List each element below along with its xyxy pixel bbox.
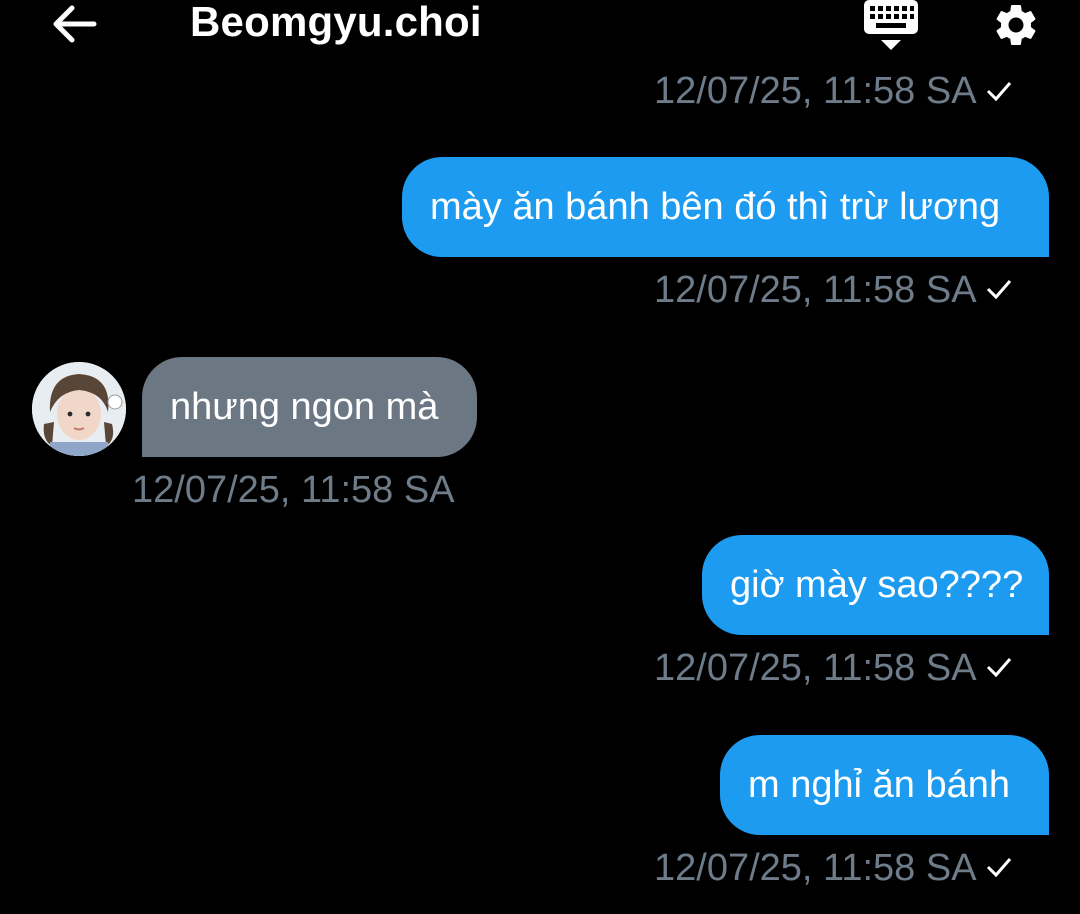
avatar-photo — [32, 362, 126, 456]
sent-message-bubble[interactable]: m nghỉ ăn bánh — [720, 735, 1049, 835]
message-timestamp: 12/07/25, 11:58 SA — [654, 846, 1013, 890]
read-check-icon — [985, 645, 1013, 689]
received-message-bubble[interactable]: nhưng ngon mà — [142, 357, 477, 457]
contact-avatar[interactable] — [32, 362, 126, 456]
read-check-icon — [985, 845, 1013, 889]
message-timestamp: 12/07/25, 11:58 SA — [654, 268, 1013, 312]
back-button[interactable] — [48, 0, 100, 48]
message-text: mày ăn bánh bên đó thì trừ lương — [430, 186, 1001, 228]
keyboard-toggle-button[interactable] — [860, 0, 922, 56]
message-timestamp: 12/07/25, 11:58 SA — [654, 76, 1013, 108]
chat-header: Beomgyu.choi — [0, 0, 1080, 58]
message-text: m nghỉ ăn bánh — [748, 764, 1010, 806]
sent-message-bubble[interactable]: giờ mày sao???? — [702, 535, 1049, 635]
message-text: nhưng ngon mà — [170, 386, 439, 428]
read-check-icon — [985, 76, 1013, 108]
arrow-left-icon — [53, 5, 97, 43]
settings-button[interactable] — [988, 0, 1046, 50]
message-text: giờ mày sao???? — [730, 564, 1024, 606]
chat-title[interactable]: Beomgyu.choi — [190, 0, 482, 48]
gear-icon — [996, 4, 1036, 45]
sent-message-bubble[interactable]: mày ăn bánh bên đó thì trừ lương — [402, 157, 1049, 257]
keyboard-hide-icon — [864, 0, 918, 50]
message-timestamp: 12/07/25, 11:58 SA — [654, 646, 1013, 690]
message-timestamp: 12/07/25, 11:58 SA — [132, 469, 455, 511]
read-check-icon — [985, 267, 1013, 311]
